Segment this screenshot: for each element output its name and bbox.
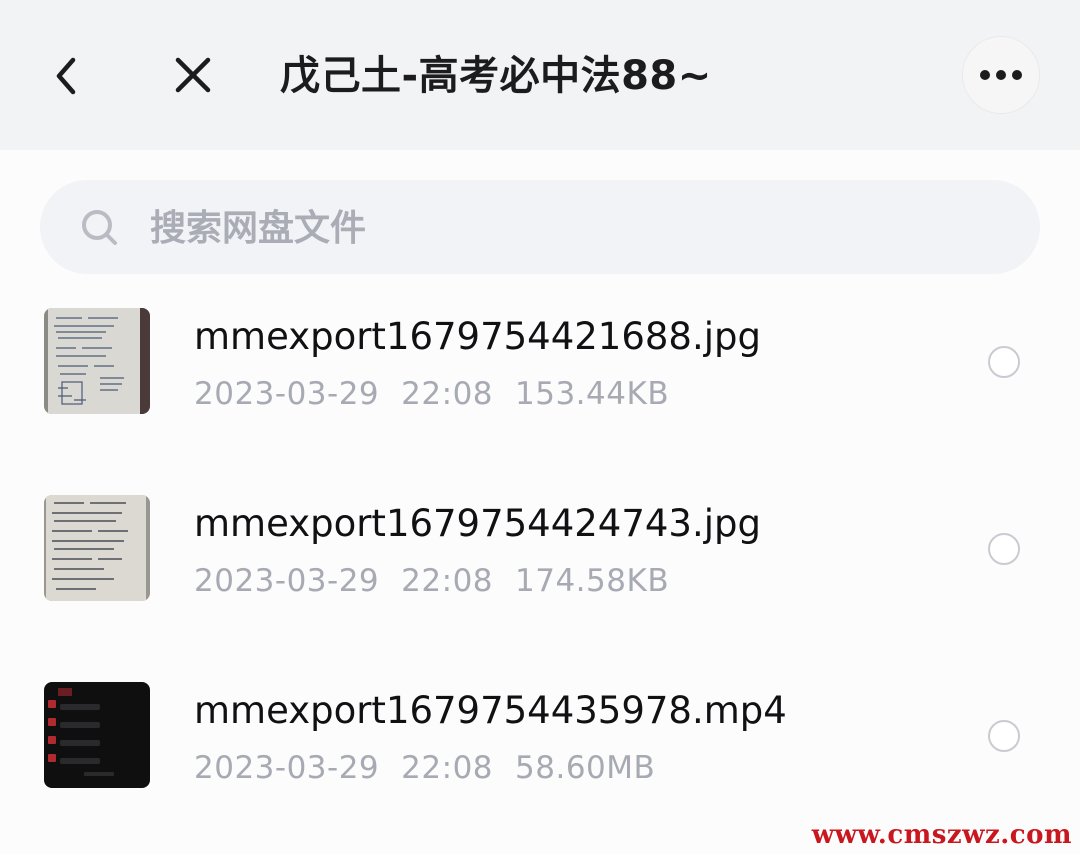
select-checkbox[interactable] xyxy=(988,533,1020,565)
file-date: 2023-03-29 xyxy=(194,376,380,412)
watermark-text: www.cmszwz.com xyxy=(811,820,1072,850)
close-icon xyxy=(175,57,211,93)
back-button[interactable] xyxy=(34,44,98,108)
file-thumbnail xyxy=(44,682,150,788)
more-options-button[interactable] xyxy=(962,36,1040,114)
file-name: mmexport1679754435978.mp4 xyxy=(194,689,787,732)
chevron-left-icon xyxy=(56,57,76,95)
file-time: 22:08 xyxy=(401,750,494,786)
search-input[interactable] xyxy=(148,198,1012,258)
select-checkbox[interactable] xyxy=(988,346,1020,378)
search-icon xyxy=(82,210,117,245)
video-thumbnail-icon xyxy=(44,682,150,788)
top-bar: 戊己土-高考必中法88~ xyxy=(0,0,1080,150)
file-meta: 2023-03-29 22:08 58.60MB xyxy=(194,746,655,790)
file-date: 2023-03-29 xyxy=(194,750,380,786)
file-list-item[interactable]: mmexport1679754421688.jpg 2023-03-29 22:0… xyxy=(0,308,1080,458)
close-button[interactable] xyxy=(160,42,226,108)
file-meta: 2023-03-29 22:08 174.58KB xyxy=(194,559,669,603)
file-list-item[interactable]: mmexport1679754424743.jpg 2023-03-29 22:0… xyxy=(0,495,1080,645)
file-size: 153.44KB xyxy=(515,376,670,412)
image-thumbnail-icon xyxy=(44,495,150,601)
file-time: 22:08 xyxy=(401,563,494,599)
file-size: 58.60MB xyxy=(515,750,656,786)
file-thumbnail xyxy=(44,308,150,414)
more-horizontal-icon xyxy=(980,70,1022,80)
file-size: 174.58KB xyxy=(515,563,670,599)
page-title: 戊己土-高考必中法88~ xyxy=(280,53,712,99)
search-bar[interactable] xyxy=(40,180,1040,274)
file-time: 22:08 xyxy=(401,376,494,412)
file-name: mmexport1679754421688.jpg xyxy=(194,315,761,358)
file-browser-screen: 戊己土-高考必中法88~ 搜索网盘文件 mmexport167975442168… xyxy=(0,0,1080,854)
file-name: mmexport1679754424743.jpg xyxy=(194,502,761,545)
select-checkbox[interactable] xyxy=(988,720,1020,752)
image-thumbnail-icon xyxy=(44,308,150,414)
file-date: 2023-03-29 xyxy=(194,563,380,599)
file-meta: 2023-03-29 22:08 153.44KB xyxy=(194,372,669,416)
file-thumbnail xyxy=(44,495,150,601)
file-list-item[interactable]: mmexport1679754435978.mp4 2023-03-29 22:0… xyxy=(0,682,1080,832)
